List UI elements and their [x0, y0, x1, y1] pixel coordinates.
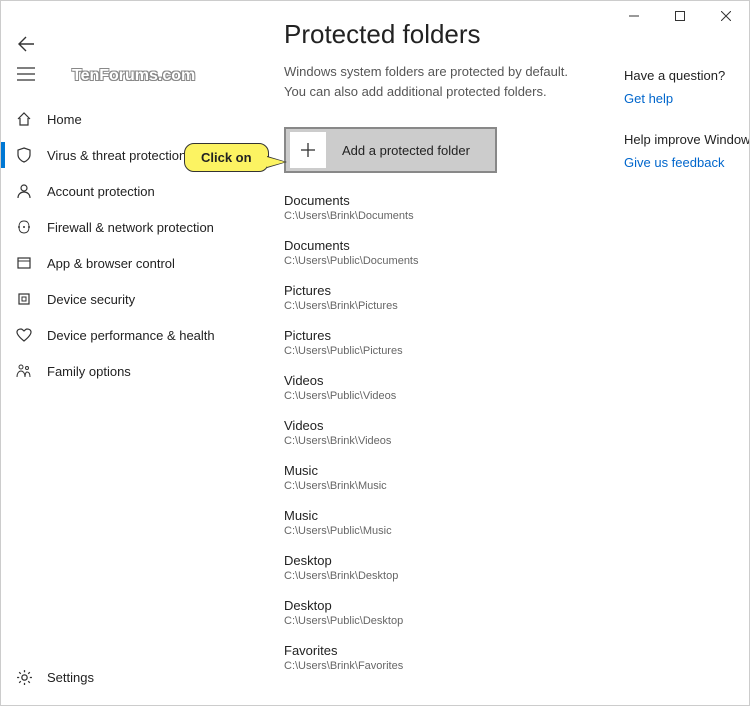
sidebar-item-firewall[interactable]: Firewall & network protection [1, 209, 273, 245]
network-icon [15, 219, 33, 235]
list-item[interactable]: Pictures C:\Users\Public\Pictures [284, 328, 584, 357]
sidebar-item-device-security[interactable]: Device security [1, 281, 273, 317]
folder-name: Documents [284, 193, 584, 208]
main-content: Protected folders Windows system folders… [284, 19, 749, 705]
list-item[interactable]: Desktop C:\Users\Brink\Desktop [284, 553, 584, 582]
folder-path: C:\Users\Brink\Documents [284, 210, 584, 222]
list-item[interactable]: Documents C:\Users\Public\Documents [284, 238, 584, 267]
folder-name: Pictures [284, 283, 584, 298]
account-icon [15, 183, 33, 199]
family-icon [15, 363, 33, 379]
shield-icon [15, 147, 33, 163]
sidebar-item-settings[interactable]: Settings [1, 657, 273, 697]
folder-name: Music [284, 508, 584, 523]
sidebar-item-label: App & browser control [47, 256, 175, 271]
watermark: TenForums.com [72, 67, 195, 85]
folder-name: Videos [284, 418, 584, 433]
list-item[interactable]: Documents C:\Users\Brink\Documents [284, 193, 584, 222]
home-icon [15, 111, 33, 127]
page-description: Windows system folders are protected by … [284, 62, 584, 101]
folder-name: Documents [284, 238, 584, 253]
folder-name: Favorites [284, 643, 584, 658]
sidebar-item-label: Family options [47, 364, 131, 379]
add-button-label: Add a protected folder [342, 143, 470, 158]
folder-path: C:\Users\Public\Music [284, 525, 584, 537]
folder-path: C:\Users\Public\Pictures [284, 345, 584, 357]
sidebar-item-label: Device performance & health [47, 328, 215, 343]
sidebar-item-label: Settings [47, 670, 94, 685]
list-item[interactable]: Desktop C:\Users\Public\Desktop [284, 598, 584, 627]
feedback-link[interactable]: Give us feedback [624, 155, 749, 170]
folder-name: Pictures [284, 328, 584, 343]
sidebar-item-app-browser[interactable]: App & browser control [1, 245, 273, 281]
app-icon [15, 255, 33, 271]
chip-icon [15, 291, 33, 307]
folder-name: Music [284, 463, 584, 478]
back-button[interactable] [17, 35, 35, 58]
list-item[interactable]: Videos C:\Users\Public\Videos [284, 373, 584, 402]
list-item[interactable]: Favorites C:\Users\Brink\Favorites [284, 643, 584, 672]
sidebar-item-label: Device security [47, 292, 135, 307]
gear-icon [15, 669, 33, 686]
menu-icon [17, 67, 35, 81]
list-item[interactable]: Music C:\Users\Brink\Music [284, 463, 584, 492]
question-heading: Have a question? [624, 68, 749, 83]
folder-path: C:\Users\Brink\Videos [284, 435, 584, 447]
sidebar: Home Virus & threat protection Account p… [1, 101, 273, 705]
folder-path: C:\Users\Brink\Pictures [284, 300, 584, 312]
arrow-left-icon [17, 35, 35, 53]
sidebar-item-home[interactable]: Home [1, 101, 273, 137]
sidebar-item-label: Home [47, 112, 82, 127]
sidebar-item-account[interactable]: Account protection [1, 173, 273, 209]
sidebar-item-label: Virus & threat protection [47, 148, 186, 163]
plus-icon [290, 132, 326, 168]
sidebar-item-label: Account protection [47, 184, 155, 199]
folder-name: Desktop [284, 598, 584, 613]
list-item[interactable]: Music C:\Users\Public\Music [284, 508, 584, 537]
folder-path: C:\Users\Public\Documents [284, 255, 584, 267]
menu-button[interactable] [17, 67, 35, 86]
folder-path: C:\Users\Brink\Favorites [284, 660, 584, 672]
annotation-callout: Click on [184, 143, 269, 172]
sidebar-item-performance[interactable]: Device performance & health [1, 317, 273, 353]
folder-list: Documents C:\Users\Brink\Documents Docume… [284, 193, 584, 672]
heart-icon [15, 327, 33, 343]
folder-name: Desktop [284, 553, 584, 568]
folder-path: C:\Users\Public\Desktop [284, 615, 584, 627]
add-protected-folder-button[interactable]: Add a protected folder [284, 127, 497, 173]
folder-path: C:\Users\Public\Videos [284, 390, 584, 402]
list-item[interactable]: Videos C:\Users\Brink\Videos [284, 418, 584, 447]
sidebar-item-label: Firewall & network protection [47, 220, 214, 235]
get-help-link[interactable]: Get help [624, 91, 749, 106]
sidebar-item-family[interactable]: Family options [1, 353, 273, 389]
page-title: Protected folders [284, 19, 729, 50]
list-item[interactable]: Pictures C:\Users\Brink\Pictures [284, 283, 584, 312]
folder-path: C:\Users\Brink\Desktop [284, 570, 584, 582]
callout-text: Click on [201, 150, 252, 165]
improve-heading: Help improve Windows Security [624, 132, 749, 147]
folder-path: C:\Users\Brink\Music [284, 480, 584, 492]
folder-name: Videos [284, 373, 584, 388]
